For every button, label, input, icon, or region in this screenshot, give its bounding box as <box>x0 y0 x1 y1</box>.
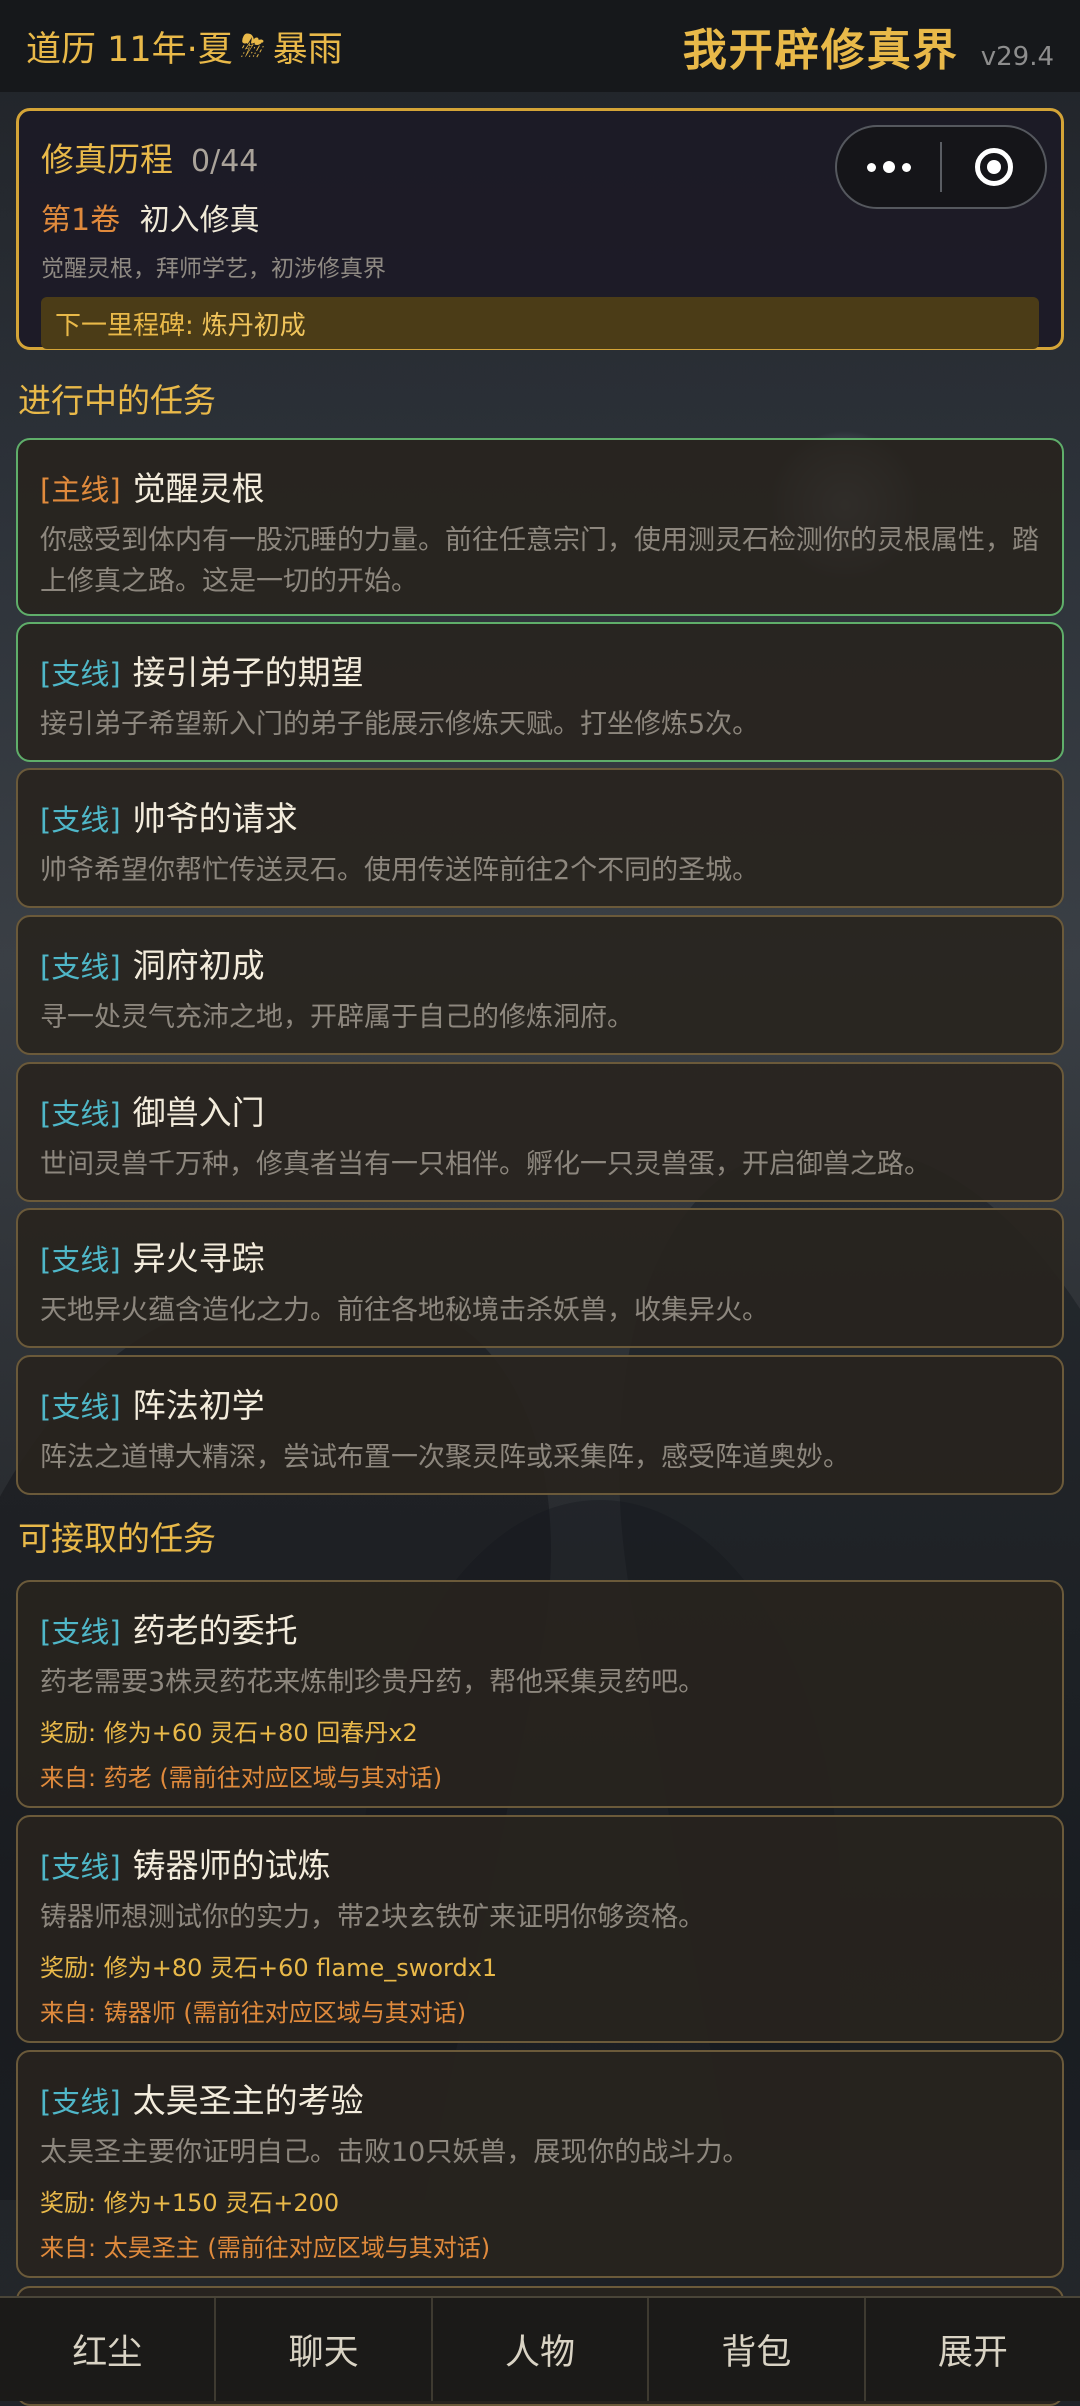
quest-name: 太昊圣主的考验 <box>132 2081 364 2120</box>
active-quests-heading: 进行中的任务 <box>18 381 216 420</box>
close-miniprogram-button[interactable] <box>942 127 1045 207</box>
quest-desc: 天地异火蕴含造化之力。前往各地秘境击杀妖兽，收集异火。 <box>40 1295 769 1326</box>
quest-name: 接引弟子的期望 <box>132 653 364 692</box>
target-icon <box>974 148 1013 186</box>
quest-card[interactable]: [支线] 异火寻踪 天地异火蕴含造化之力。前往各地秘境击杀妖兽，收集异火。 <box>16 1208 1064 1348</box>
cultivation-progress-card[interactable]: 修真历程 0/44 第1卷 初入修真 觉醒灵根，拜师学艺，初涉修真界 下一里程碑… <box>16 108 1064 350</box>
nav-hongchen[interactable]: 红尘 <box>0 2298 217 2401</box>
quest-name: 觉醒灵根 <box>132 469 265 508</box>
available-quest-card[interactable]: [支线] 药老的委托 药老需要3株灵药花来炼制珍贵丹药，帮他采集灵药吧。 奖励:… <box>16 1580 1064 1808</box>
quest-tag: [支线] <box>40 803 121 837</box>
more-button[interactable] <box>837 127 940 207</box>
quest-tag: [支线] <box>40 1243 121 1277</box>
quest-desc: 接引弟子希望新入门的弟子能展示修炼天赋。打坐修炼5次。 <box>40 709 760 740</box>
available-quest-card[interactable]: [支线] 铸器师的试炼 铸器师想测试你的实力，带2块玄铁矿来证明你够资格。 奖励… <box>16 1815 1064 2043</box>
quest-name: 洞府初成 <box>132 946 265 985</box>
milestone-value: 炼丹初成 <box>201 310 306 341</box>
progress-title: 修真历程 <box>41 140 173 179</box>
version-label: v29.4 <box>980 42 1054 72</box>
quest-card[interactable]: [支线] 帅爷的请求 帅爷希望你帮忙传送灵石。使用传送阵前往2个不同的圣城。 <box>16 768 1064 908</box>
more-dots-icon <box>866 161 911 173</box>
quest-name: 铸器师的试炼 <box>132 1846 331 1885</box>
quest-tag: [支线] <box>40 2085 121 2119</box>
season-text: 道历 11年·夏 <box>26 29 233 70</box>
quest-desc: 帅爷希望你帮忙传送灵石。使用传送阵前往2个不同的圣城。 <box>40 855 760 886</box>
quest-tag: [支线] <box>40 1615 121 1649</box>
weather-text: 暴雨 <box>272 29 343 70</box>
nav-character[interactable]: 人物 <box>433 2298 650 2401</box>
quest-reward: 奖励: 修为+150 灵石+200 <box>40 2189 340 2218</box>
quest-desc: 药老需要3株灵药花来炼制珍贵丹药，帮他采集灵药吧。 <box>40 1667 706 1698</box>
top-bar: 道历 11年·夏 ⛈ 暴雨 我开辟修真界 v29.4 <box>0 0 1080 92</box>
available-quests-heading: 可接取的任务 <box>18 1519 216 1558</box>
quest-card[interactable]: [支线] 接引弟子的期望 接引弟子希望新入门的弟子能展示修炼天赋。打坐修炼5次。 <box>16 622 1064 762</box>
quest-desc: 寻一处灵气充沛之地，开辟属于自己的修炼洞府。 <box>40 1002 634 1033</box>
nav-backpack[interactable]: 背包 <box>649 2298 866 2401</box>
progress-count: 0/44 <box>191 144 259 179</box>
quest-desc: 铸器师想测试你的实力，带2块玄铁矿来证明你够资格。 <box>40 1902 706 1933</box>
available-quest-card[interactable]: [支线] 太昊圣主的考验 太昊圣主要你证明自己。击败10只妖兽，展现你的战斗力。… <box>16 2050 1064 2278</box>
quest-source: 来自: 太昊圣主 (需前往对应区域与其对话) <box>40 2234 491 2263</box>
app-title: 我开辟修真界 <box>682 25 959 76</box>
quest-tag: [支线] <box>40 1097 121 1131</box>
chapter-title: 初入修真 <box>139 203 260 238</box>
milestone-label: 下一里程碑: <box>55 310 194 341</box>
quest-desc: 世间灵兽千万种，修真者当有一只相伴。孵化一只灵兽蛋，开启御兽之路。 <box>40 1149 931 1180</box>
quest-name: 异火寻踪 <box>132 1239 265 1278</box>
quest-tag: [支线] <box>40 1850 121 1884</box>
quest-card[interactable]: [支线] 阵法初学 阵法之道博大精深，尝试布置一次聚灵阵或采集阵，感受阵道奥妙。 <box>16 1355 1064 1495</box>
quest-tag: [主线] <box>40 473 121 507</box>
quest-tag: [支线] <box>40 1390 121 1424</box>
quest-reward: 奖励: 修为+60 灵石+80 回春丹x2 <box>40 1719 418 1748</box>
quest-card[interactable]: [主线] 觉醒灵根 你感受到体内有一股沉睡的力量。前往任意宗门，使用测灵石检测你… <box>16 438 1064 616</box>
nav-chat[interactable]: 聊天 <box>216 2298 433 2401</box>
quest-tag: [支线] <box>40 950 121 984</box>
quest-tag: [支线] <box>40 657 121 691</box>
quest-reward: 奖励: 修为+80 灵石+60 flame_swordx1 <box>40 1954 498 1983</box>
quest-name: 御兽入门 <box>132 1093 265 1132</box>
quest-card[interactable]: [支线] 御兽入门 世间灵兽千万种，修真者当有一只相伴。孵化一只灵兽蛋，开启御兽… <box>16 1062 1064 1202</box>
quest-source: 来自: 药老 (需前往对应区域与其对话) <box>40 1764 443 1793</box>
quest-desc: 太昊圣主要你证明自己。击败10只妖兽，展现你的战斗力。 <box>40 2137 750 2168</box>
nav-expand[interactable]: 展开 <box>866 2298 1080 2401</box>
quest-name: 帅爷的请求 <box>132 799 298 838</box>
season-weather: 道历 11年·夏 ⛈ 暴雨 <box>26 21 343 72</box>
storm-icon: ⛈ <box>240 28 265 64</box>
bottom-nav: 红尘 聊天 人物 背包 展开 <box>0 2296 1080 2401</box>
quest-card[interactable]: [支线] 洞府初成 寻一处灵气充沛之地，开辟属于自己的修炼洞府。 <box>16 915 1064 1055</box>
quest-source: 来自: 铸器师 (需前往对应区域与其对话) <box>40 1999 467 2028</box>
chapter-desc: 觉醒灵根，拜师学艺，初涉修真界 <box>41 256 386 282</box>
volume-label: 第1卷 <box>41 203 121 238</box>
quest-desc: 阵法之道博大精深，尝试布置一次聚灵阵或采集阵，感受阵道奥妙。 <box>40 1442 850 1473</box>
quest-name: 阵法初学 <box>132 1386 265 1425</box>
miniprogram-capsule <box>835 125 1047 209</box>
quest-name: 药老的委托 <box>132 1611 298 1650</box>
quest-desc: 你感受到体内有一股沉睡的力量。前往任意宗门，使用测灵石检测你的灵根属性，踏上修真… <box>40 525 1039 598</box>
next-milestone: 下一里程碑: 炼丹初成 <box>41 297 1039 349</box>
